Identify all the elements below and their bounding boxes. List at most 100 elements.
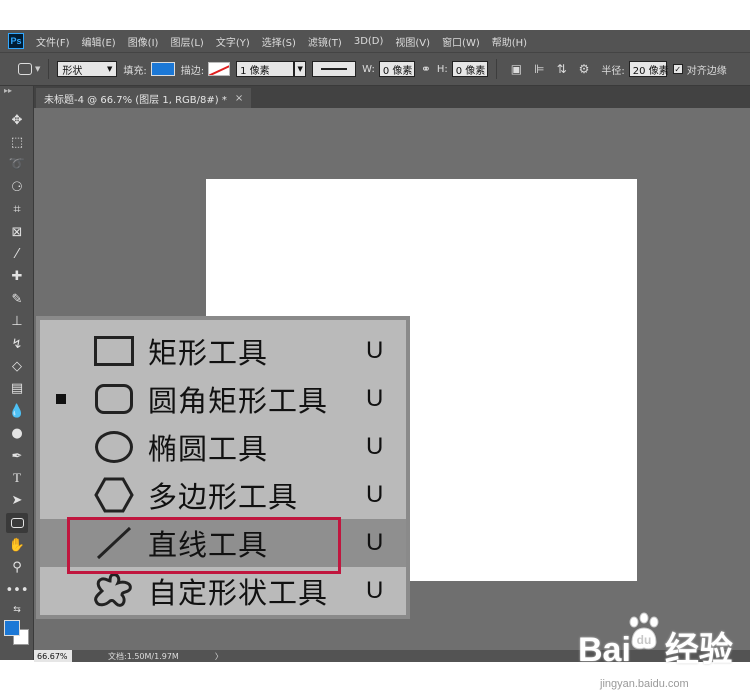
document-tab-bar: 未标题-4 @ 66.7% (图层 1, RGB/8#) * ×: [34, 86, 750, 108]
menu-item-label: 椭圆工具: [148, 432, 269, 466]
frame-tool-icon[interactable]: ⊠: [6, 222, 28, 242]
swap-colors-icon[interactable]: ⇆: [6, 600, 28, 620]
shortcut-key: U: [366, 577, 384, 604]
menu-item-label: 矩形工具: [148, 336, 269, 370]
path-arrangement-icon[interactable]: ⇅: [557, 62, 567, 76]
menu-item-label: 自定形状工具: [148, 576, 329, 610]
selected-indicator: [56, 586, 66, 596]
hand-tool-icon[interactable]: ✋: [6, 535, 28, 555]
stroke-width-input[interactable]: 1 像素: [236, 61, 295, 77]
eraser-tool-icon[interactable]: ◇: [6, 356, 28, 376]
marquee-tool-icon[interactable]: ⬚: [6, 132, 28, 152]
type-tool-icon[interactable]: T: [6, 468, 28, 488]
radius-label: 半径:: [601, 65, 625, 77]
menu-help[interactable]: 帮助(H): [492, 34, 527, 49]
height-value: 0 像素: [455, 65, 486, 77]
tool-preset-icon[interactable]: [18, 63, 32, 75]
history-brush-tool-icon[interactable]: ↯: [6, 334, 28, 354]
menu-file[interactable]: 文件(F): [36, 34, 70, 49]
zoom-level-field[interactable]: 66.67%: [34, 650, 72, 662]
menu-type[interactable]: 文字(Y): [216, 34, 250, 49]
path-operations-icon[interactable]: ▣: [511, 62, 522, 76]
menu-view[interactable]: 视图(V): [395, 34, 430, 49]
close-icon[interactable]: ×: [235, 93, 243, 104]
zoom-tool-icon[interactable]: ⚲: [6, 557, 28, 577]
menu-item-ellipse-tool[interactable]: 椭圆工具 U: [40, 423, 406, 471]
menu-bar: Ps 文件(F) 编辑(E) 图像(I) 图层(L) 文字(Y) 选择(S) 滤…: [0, 30, 750, 52]
selected-indicator: [56, 442, 66, 452]
shortcut-key: U: [366, 529, 384, 556]
height-input[interactable]: 0 像素: [451, 61, 488, 77]
stroke-style-select[interactable]: [312, 61, 357, 77]
path-alignment-icon[interactable]: ⊫: [534, 62, 544, 76]
shortcut-key: U: [366, 337, 384, 364]
svg-text:du: du: [637, 633, 652, 647]
clone-stamp-tool-icon[interactable]: ⊥: [6, 311, 28, 331]
panel-grip-icon[interactable]: ▸▸: [0, 86, 33, 110]
menu-item-rounded-rectangle-tool[interactable]: 圆角矩形工具 U: [40, 375, 406, 423]
align-edges-label: 对齐边缘: [686, 65, 727, 77]
menu-layer[interactable]: 图层(L): [170, 34, 203, 49]
foreground-color-swatch[interactable]: [4, 620, 20, 636]
menu-item-rectangle-tool[interactable]: 矩形工具 U: [40, 327, 406, 375]
menu-image[interactable]: 图像(I): [128, 34, 159, 49]
crop-tool-icon[interactable]: ⌗: [6, 199, 28, 219]
blur-tool-icon[interactable]: 💧: [6, 401, 28, 421]
document-tab-title: 未标题-4 @ 66.7% (图层 1, RGB/8#) *: [44, 94, 227, 106]
chevron-down-icon: ▼: [107, 65, 113, 73]
watermark-brand: Bai: [578, 631, 631, 669]
path-selection-tool-icon[interactable]: ➤: [6, 490, 28, 510]
zoom-level-value: 66.67%: [37, 651, 68, 661]
watermark-brand-cn: 经验: [664, 631, 733, 669]
options-bar: ▼ 形状 ▼ 填充: 描边: 1 像素 ▼ W: 0 像素 ⚭ H: 0 像素 …: [0, 52, 750, 86]
shortcut-key: U: [366, 385, 384, 412]
chevron-down-icon[interactable]: ▼: [35, 65, 40, 73]
radius-value: 20 像素: [632, 65, 669, 77]
menu-filter[interactable]: 滤镜(T): [308, 34, 342, 49]
document-tab[interactable]: 未标题-4 @ 66.7% (图层 1, RGB/8#) * ×: [36, 88, 252, 108]
more-tools-icon[interactable]: •••: [6, 580, 29, 600]
menu-item-polygon-tool[interactable]: 多边形工具 U: [40, 471, 406, 519]
stroke-label: 描边:: [180, 65, 205, 77]
menu-3d[interactable]: 3D(D): [354, 36, 384, 47]
rectangle-icon: [92, 329, 136, 373]
shortcut-key: U: [366, 481, 384, 508]
menu-item-custom-shape-tool[interactable]: 自定形状工具 U: [40, 567, 406, 615]
document-size-info: 文档:1.50M/1.97M: [108, 651, 179, 661]
radius-input[interactable]: 20 像素: [628, 61, 669, 77]
highlight-annotation-box: [67, 517, 341, 574]
shortcut-key: U: [366, 433, 384, 460]
eyedropper-tool-icon[interactable]: ⁄: [6, 244, 28, 264]
menu-window[interactable]: 窗口(W): [442, 34, 480, 49]
menu-select[interactable]: 选择(S): [262, 34, 296, 49]
gear-icon[interactable]: ⚙: [579, 62, 590, 76]
color-swatches: [4, 620, 30, 646]
pen-tool-icon[interactable]: ✒: [6, 446, 28, 466]
dodge-tool-icon[interactable]: ●: [6, 423, 28, 443]
lasso-tool-icon[interactable]: ➰: [6, 154, 28, 174]
link-icon[interactable]: ⚭: [421, 62, 431, 76]
selected-indicator: [56, 394, 66, 404]
move-tool-icon[interactable]: ✥: [6, 110, 28, 130]
rounded-rectangle-tool-icon[interactable]: [6, 513, 28, 533]
watermark-url: jingyan.baidu.com: [600, 678, 689, 690]
divider: [48, 59, 50, 79]
fill-color-swatch[interactable]: [150, 62, 175, 76]
photoshop-logo-icon: Ps: [8, 33, 24, 49]
rounded-rectangle-icon: [92, 377, 136, 421]
tool-mode-select[interactable]: 形状 ▼: [57, 61, 118, 77]
menu-item-label: 圆角矩形工具: [148, 384, 329, 418]
quick-selection-tool-icon[interactable]: ⚆: [6, 177, 28, 197]
paw-icon: du: [629, 612, 659, 650]
stroke-color-swatch[interactable]: [208, 62, 231, 76]
width-label: W:: [362, 63, 375, 75]
status-menu-arrow-icon[interactable]: 〉: [215, 651, 223, 662]
width-input[interactable]: 0 像素: [378, 61, 415, 77]
brush-tool-icon[interactable]: ✎: [6, 289, 28, 309]
healing-brush-tool-icon[interactable]: ✚: [6, 266, 28, 286]
tools-panel: ▸▸ ✥ ⬚ ➰ ⚆ ⌗ ⊠ ⁄ ✚ ✎ ⊥ ↯ ◇ ▤ 💧 ● ✒ T ➤ ✋…: [0, 86, 34, 660]
align-edges-checkbox[interactable]: ✓: [672, 64, 683, 74]
menu-edit[interactable]: 编辑(E): [82, 34, 116, 49]
gradient-tool-icon[interactable]: ▤: [6, 378, 28, 398]
stroke-width-dropdown[interactable]: ▼: [294, 61, 307, 77]
